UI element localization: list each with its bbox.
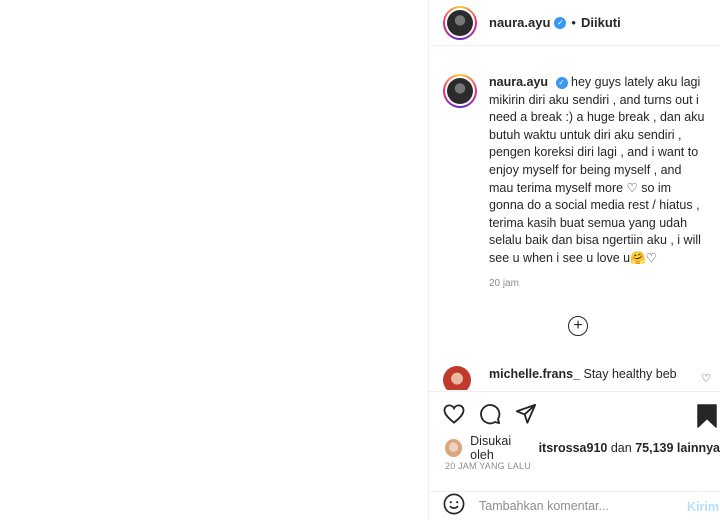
post-caption: naura.ayu ✓ hey guys lately aku lagi mik… (443, 74, 713, 289)
caption-username[interactable]: naura.ayu (489, 75, 548, 89)
send-comment-button[interactable]: Kirim (687, 500, 719, 514)
comment-text-block: michelle.frans_ Stay healthy beb (489, 366, 677, 390)
header-separator: • (571, 15, 576, 30)
emoji-icon[interactable] (443, 493, 465, 520)
avatar-image (447, 9, 473, 36)
commenter-avatar[interactable] (443, 366, 471, 390)
comment-like-icon[interactable]: ♡ (701, 372, 711, 385)
commenter-username[interactable]: michelle.frans_ (489, 367, 580, 381)
post-timestamp[interactable]: 20 JAM YANG LALU (445, 461, 531, 471)
avatar-image (447, 78, 473, 104)
comment-input[interactable] (479, 499, 679, 513)
post-header: naura.ayu ✓ • Diikuti (429, 0, 720, 46)
caption-text-block: naura.ayu ✓ hey guys lately aku lagi mik… (489, 74, 707, 268)
author-avatar[interactable] (443, 5, 477, 40)
likes-middle: dan (610, 441, 632, 455)
post-media-area (0, 0, 428, 520)
verified-badge-icon: ✓ (555, 76, 568, 89)
liker-username[interactable]: itsrossa910 (539, 441, 608, 455)
add-comment-bar: Kirim (429, 491, 720, 520)
heart-icon[interactable] (443, 403, 465, 424)
post-side-panel: naura.ayu ✓ • Diikuti naura.ayu ✓ hey gu… (428, 0, 720, 520)
action-bar (429, 391, 720, 435)
following-button[interactable]: Diikuti (581, 15, 621, 30)
bookmark-icon[interactable] (697, 404, 717, 433)
caption-body: hey guys lately aku lagi mikirin diri ak… (489, 75, 705, 265)
likes-count[interactable]: 75,139 (635, 441, 673, 455)
liker-avatar[interactable] (445, 439, 463, 457)
comment-icon[interactable] (479, 403, 501, 425)
likes-summary: Disukai oleh itsrossa910 dan 75,139 lain… (445, 434, 720, 462)
caption-author-avatar[interactable] (443, 74, 477, 108)
share-icon[interactable] (515, 403, 537, 425)
verified-badge-icon: ✓ (554, 16, 567, 29)
plus-circle-icon[interactable]: + (568, 316, 588, 336)
likes-prefix: Disukai oleh (470, 434, 512, 462)
comment-body: Stay healthy beb (583, 367, 677, 381)
comment-item: michelle.frans_ Stay healthy beb ♡ (443, 366, 711, 390)
caption-time[interactable]: 20 jam (489, 278, 707, 289)
likes-suffix[interactable]: lainnya (677, 441, 720, 455)
author-username[interactable]: naura.ayu (489, 15, 550, 30)
